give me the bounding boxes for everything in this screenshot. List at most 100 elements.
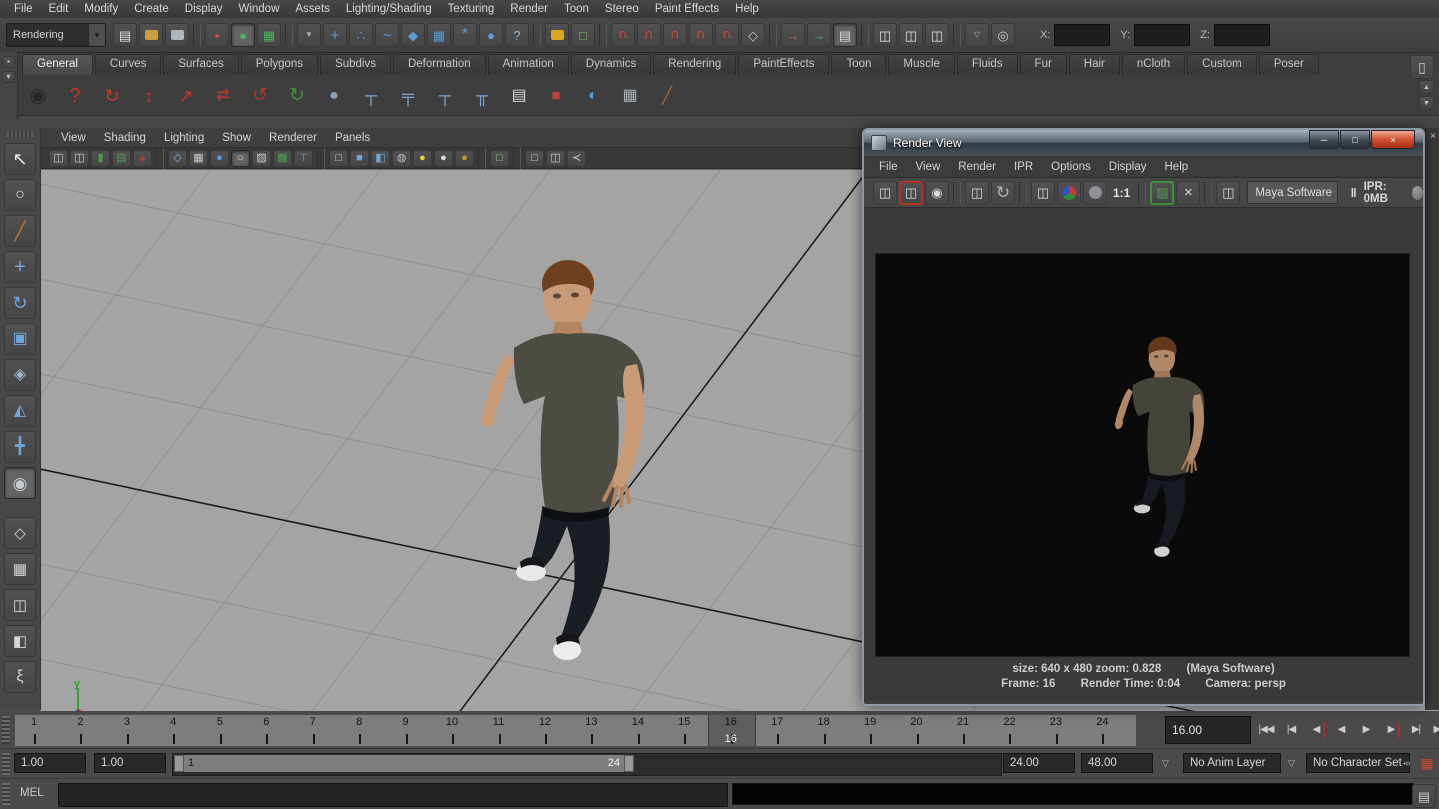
menu-display[interactable]: Display <box>177 1 231 17</box>
ipr-render-frame-icon[interactable]: ◫ <box>965 181 989 205</box>
open-scene-icon[interactable] <box>139 23 163 47</box>
shelf-menu-icon[interactable]: ▪ <box>2 56 15 68</box>
select-tool-icon[interactable]: ↖ <box>4 143 36 175</box>
camera-orbit-icon[interactable]: ↻ <box>97 81 127 111</box>
snap-to-points-icon[interactable]: ∪ <box>663 23 687 47</box>
shelf-tab-toon[interactable]: Toon <box>831 54 886 75</box>
range-end-handle[interactable] <box>624 755 634 772</box>
chevron-down-icon[interactable]: ▼ <box>88 24 105 46</box>
move-tool-icon[interactable]: + <box>4 251 36 283</box>
rv-menu-options[interactable]: Options <box>1042 159 1100 175</box>
node-graph-icon-3[interactable]: ┬ <box>430 81 460 111</box>
bookmark-icon[interactable]: ▮ <box>91 150 110 167</box>
new-scene-icon[interactable]: ▤ <box>113 23 137 47</box>
share-view-icon[interactable]: ≺ <box>567 150 586 167</box>
step-forward-key-button[interactable]: ▶| <box>1405 717 1427 743</box>
shelf-tab-ncloth[interactable]: nCloth <box>1122 54 1185 75</box>
output-connections-icon[interactable]: → <box>807 23 831 47</box>
camera-dolly-icon[interactable]: ↕ <box>134 81 164 111</box>
select-by-hierarchy-icon[interactable]: ▪ <box>205 23 229 47</box>
select-by-object-icon[interactable]: ● <box>231 23 255 47</box>
checker-sphere-icon[interactable]: ◍ <box>392 150 411 167</box>
shelf-tab-arrow-icon[interactable]: ▾ <box>2 71 15 83</box>
remove-image-icon[interactable]: × <box>1176 181 1200 205</box>
region-render-icon[interactable]: ◫ <box>1031 181 1055 205</box>
snap-to-projected-center-icon[interactable]: ∪ <box>689 23 713 47</box>
menu-stereo[interactable]: Stereo <box>597 1 647 17</box>
mask-handles-icon[interactable]: ∴ <box>349 23 373 47</box>
shelf-tab-poser[interactable]: Poser <box>1259 54 1319 75</box>
auto-keyframe-icon[interactable]: ▦ <box>1419 753 1435 773</box>
shelf-scroll-up-icon[interactable]: ▲ <box>1419 80 1434 94</box>
shaded-sphere-icon[interactable]: ● <box>210 150 229 167</box>
pause-ipr-icon[interactable]: ‖ <box>1351 186 1357 200</box>
current-time-field[interactable] <box>1165 716 1251 744</box>
mask-surfaces-icon[interactable]: ◆ <box>401 23 425 47</box>
character-set-field[interactable]: No Character Set <box>1306 753 1410 773</box>
text-display-icon[interactable]: T <box>294 150 313 167</box>
vp-menu-panels[interactable]: Panels <box>326 130 379 146</box>
show-manipulator-icon[interactable]: ╋ <box>4 431 36 463</box>
camera-attributes-icon[interactable]: ◫ <box>70 150 89 167</box>
command-output[interactable] <box>732 783 1414 805</box>
save-scene-icon[interactable] <box>165 23 189 47</box>
mask-rendering-icon[interactable]: ● <box>479 23 503 47</box>
render-settings-icon[interactable]: ◫ <box>925 23 949 47</box>
menu-window[interactable]: Window <box>230 1 287 17</box>
shelf-tab-custom[interactable]: Custom <box>1187 54 1257 75</box>
shelf-tab-painteffects[interactable]: PaintEffects <box>738 54 829 75</box>
select-highlight-icon[interactable]: □ <box>490 150 509 167</box>
transform-dropdown-icon[interactable]: ▽ <box>965 23 989 47</box>
snapshot-icon[interactable]: ◉ <box>925 181 949 205</box>
no-texture-icon[interactable]: ▨ <box>252 150 271 167</box>
play-backwards-button[interactable]: ◀ <box>1330 717 1352 743</box>
camera-track-icon[interactable]: ↗ <box>171 81 201 111</box>
menu-modify[interactable]: Modify <box>76 1 126 17</box>
make-object-live-icon[interactable]: ◇ <box>741 23 765 47</box>
alpha-channel-icon[interactable] <box>1083 181 1107 205</box>
pan-zoom-icon[interactable]: + <box>133 150 152 167</box>
highlight-selection-icon[interactable]: □ <box>571 23 595 47</box>
textured-mode-icon[interactable]: ▩ <box>273 150 292 167</box>
four-pane-layout-icon[interactable]: ▦ <box>4 553 36 585</box>
flat-shade-icon[interactable]: ○ <box>231 150 250 167</box>
hypergraph-window-icon[interactable]: ▤ <box>504 81 534 111</box>
absolute-transform-icon[interactable]: ◎ <box>991 23 1015 47</box>
go-to-start-button[interactable]: |◀◀ <box>1255 717 1277 743</box>
select-by-component-icon[interactable]: ▦ <box>257 23 281 47</box>
pane-close-icon[interactable]: × <box>1426 131 1439 142</box>
menu-create[interactable]: Create <box>126 1 177 17</box>
playback-range-bar[interactable]: 1 24 <box>174 755 634 772</box>
universal-manipulator-icon[interactable]: ◈ <box>4 359 36 391</box>
menu-set-selector[interactable]: Rendering ▼ <box>6 23 106 47</box>
playback-start-field[interactable]: 1.00 <box>94 753 166 773</box>
character-key-icon[interactable]: ♀ <box>1399 753 1415 773</box>
grid-display-icon[interactable]: ◇ <box>168 150 187 167</box>
rv-menu-file[interactable]: File <box>870 159 907 175</box>
shelf-tab-hair[interactable]: Hair <box>1069 54 1120 75</box>
rendered-image[interactable] <box>875 253 1410 657</box>
vp-menu-view[interactable]: View <box>52 130 95 146</box>
sphere-cube-select-icon[interactable]: ◐ <box>578 81 608 111</box>
graph-pane-layout-icon[interactable]: ◧ <box>4 625 36 657</box>
mel-command-input[interactable] <box>58 783 728 807</box>
y-input[interactable] <box>1134 24 1190 46</box>
range-drag-handle[interactable] <box>2 753 10 775</box>
rv-menu-view[interactable]: View <box>907 159 950 175</box>
selection-mask-icon[interactable]: ▼ <box>297 23 321 47</box>
x-input[interactable] <box>1054 24 1110 46</box>
menu-assets[interactable]: Assets <box>287 1 338 17</box>
shelf-tab-polygons[interactable]: Polygons <box>241 54 318 75</box>
shelf-tab-muscle[interactable]: Muscle <box>888 54 954 75</box>
shelf-tab-subdivs[interactable]: Subdivs <box>320 54 391 75</box>
wire-cube-icon[interactable]: ◧ <box>371 150 390 167</box>
node-graph-icon-1[interactable]: ┬ <box>356 81 386 111</box>
toolbox-drag-handle[interactable] <box>7 131 33 137</box>
animation-start-field[interactable]: 1.00 <box>14 753 86 773</box>
chevron-down-icon[interactable]: ▽ <box>1162 758 1169 769</box>
shelf-tab-fluids[interactable]: Fluids <box>957 54 1018 75</box>
range-start-handle[interactable] <box>174 755 184 772</box>
frame-ruler[interactable]: 1234567891011121314151617181920212223241… <box>14 714 1137 747</box>
camera-zoom-icon[interactable]: ⇄ <box>208 81 238 111</box>
shelf-tab-animation[interactable]: Animation <box>488 54 569 75</box>
